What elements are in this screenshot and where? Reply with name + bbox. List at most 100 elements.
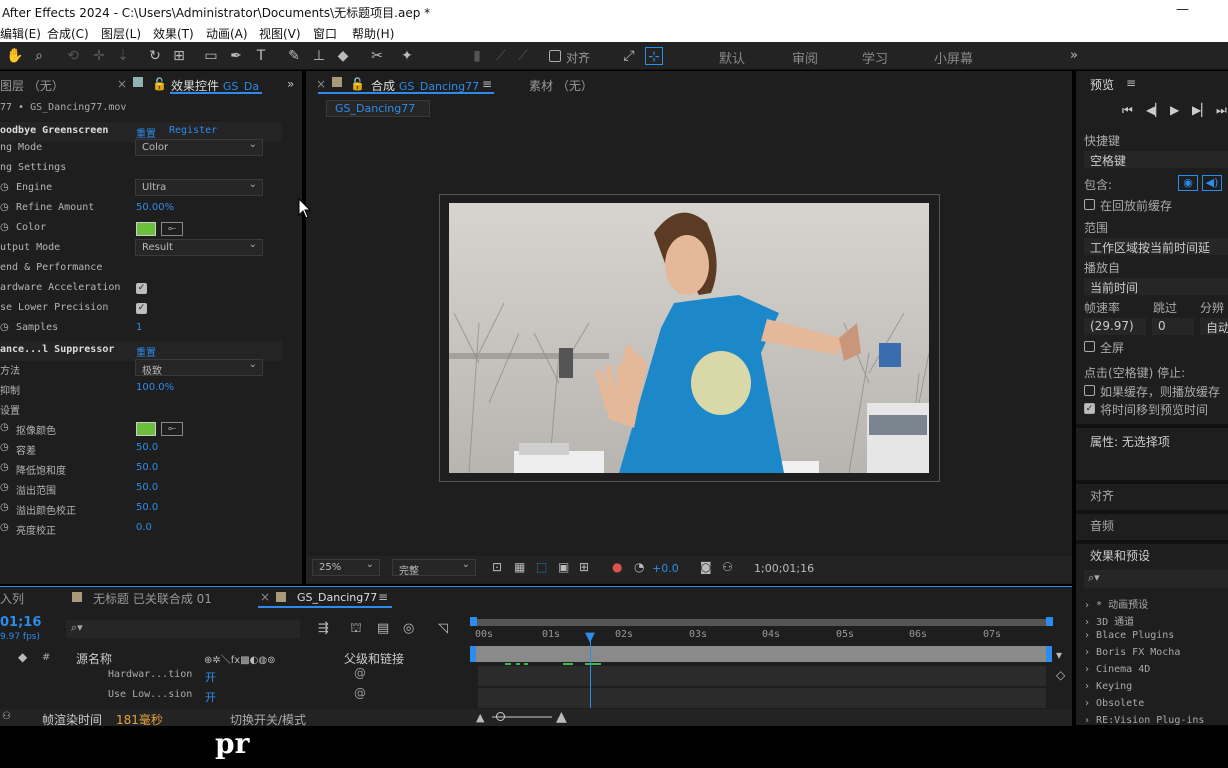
cache-before-checkbox[interactable] bbox=[1084, 199, 1095, 210]
minimize-icon[interactable]: — bbox=[1176, 2, 1189, 17]
keyframe-marker[interactable] bbox=[505, 663, 511, 665]
snap-a-icon[interactable]: ▮ bbox=[468, 47, 486, 65]
lower-precision-checkbox[interactable]: ✓ bbox=[136, 303, 147, 314]
roto-brush-icon[interactable]: ✂ bbox=[368, 47, 386, 65]
layer-in-point[interactable] bbox=[470, 646, 476, 662]
comp-button-icon[interactable]: ◇ bbox=[1056, 668, 1065, 682]
mask-path-icon[interactable]: ⬚ bbox=[536, 560, 547, 574]
footer-toggle-icon[interactable]: ⚇ bbox=[2, 711, 11, 722]
lock-icon[interactable]: 🔓 bbox=[350, 77, 365, 91]
work-area-start[interactable] bbox=[470, 617, 477, 626]
motion-blur-icon[interactable]: ◎ bbox=[403, 621, 414, 636]
zoom-tool-icon[interactable]: ⌕ bbox=[30, 47, 48, 65]
stopwatch-icon[interactable]: ◷ bbox=[0, 222, 9, 233]
reset-link[interactable]: 重置 bbox=[136, 344, 156, 359]
fx-category[interactable]: › Obsolete bbox=[1084, 698, 1144, 709]
snap-grid-icon[interactable]: ⊹ bbox=[645, 47, 663, 65]
first-frame-icon[interactable]: ⏮ bbox=[1122, 103, 1133, 118]
stopwatch-icon[interactable]: ◷ bbox=[0, 462, 9, 473]
tab-layer[interactable]: 图层 （无） bbox=[0, 77, 64, 94]
zoom-slider-handle[interactable] bbox=[496, 712, 505, 721]
orbit-tool-icon[interactable]: ⟲ bbox=[64, 47, 82, 65]
puppet-tool-icon[interactable]: ✦ bbox=[398, 47, 416, 65]
tab-linked-comp[interactable]: 无标题 已关联合成 01 bbox=[93, 590, 212, 607]
anchor-tool-icon[interactable]: ⊞ bbox=[170, 47, 188, 65]
brush-tool-icon[interactable]: ✎ bbox=[285, 47, 303, 65]
menu-window[interactable]: 窗口 bbox=[313, 25, 337, 42]
comp-flowchart-icon[interactable]: ⇶ bbox=[318, 621, 329, 636]
stopwatch-icon[interactable]: ◷ bbox=[0, 422, 9, 433]
comp-subtab[interactable]: GS_Dancing77 bbox=[326, 100, 430, 117]
zoom-in-icon[interactable]: ▲ bbox=[556, 709, 567, 725]
panel-more-icon[interactable]: » bbox=[287, 77, 294, 91]
reset-exposure-icon[interactable]: ◔ bbox=[634, 560, 644, 574]
play-icon[interactable]: ▶ bbox=[1170, 103, 1179, 117]
layer-duration-bar[interactable] bbox=[472, 646, 1052, 662]
snapshot-region-icon[interactable]: ⊡ bbox=[492, 560, 502, 574]
workspace-learn[interactable]: 学习 bbox=[862, 48, 888, 67]
refine-amount-value[interactable]: 50.00% bbox=[136, 202, 174, 213]
work-area-end[interactable] bbox=[1046, 617, 1053, 626]
menu-help[interactable]: 帮助(H) bbox=[352, 25, 394, 42]
align-panel-label[interactable]: 对齐 bbox=[1090, 487, 1114, 504]
hardware-acceleration-checkbox[interactable]: ✓ bbox=[136, 283, 147, 294]
work-area-bar[interactable] bbox=[472, 619, 1052, 626]
more-workspaces-icon[interactable]: » bbox=[1070, 48, 1078, 63]
timeline-current-time[interactable]: 01;16 bbox=[0, 615, 41, 630]
col-parent-link[interactable]: 父级和链接 bbox=[344, 650, 404, 667]
pen-tool-icon[interactable]: ✒ bbox=[227, 47, 245, 65]
workspace-review[interactable]: 审阅 bbox=[792, 48, 818, 67]
zoom-out-icon[interactable]: ▲ bbox=[476, 711, 484, 724]
layer-property-value[interactable]: 开 bbox=[205, 689, 216, 705]
layer-property-value[interactable]: 开 bbox=[205, 669, 216, 685]
menu-composition[interactable]: 合成(C) bbox=[47, 25, 89, 42]
current-timecode[interactable]: 1;00;01;16 bbox=[754, 562, 814, 575]
playhead-line[interactable] bbox=[590, 640, 591, 708]
tab-comp-timeline[interactable]: GS_Dancing77 bbox=[297, 591, 377, 604]
stopwatch-icon[interactable]: ◷ bbox=[0, 502, 9, 513]
fx-category[interactable]: › Cinema 4D bbox=[1084, 664, 1150, 675]
include-audio-icon[interactable]: ◀) bbox=[1202, 175, 1222, 191]
close-tab-icon[interactable]: × bbox=[316, 77, 326, 91]
effects-search-input[interactable]: ⌕▾ bbox=[1084, 570, 1228, 588]
show-snapshot-icon[interactable]: ⚇ bbox=[722, 560, 733, 574]
play-from-dropdown[interactable]: 当前时间 bbox=[1084, 278, 1228, 295]
move-time-checkbox[interactable]: ✓ bbox=[1084, 403, 1095, 414]
keyframe-marker[interactable] bbox=[516, 663, 520, 665]
menu-layer[interactable]: 图层(L) bbox=[101, 25, 141, 42]
draft-3d-icon[interactable]: ⛫ bbox=[350, 621, 362, 638]
audio-panel-label[interactable]: 音频 bbox=[1090, 517, 1114, 534]
keyframe-marker[interactable] bbox=[524, 663, 528, 665]
fps-dropdown[interactable]: (29.97) bbox=[1084, 318, 1146, 335]
if-cached-checkbox[interactable] bbox=[1084, 385, 1095, 396]
stopwatch-icon[interactable]: ◷ bbox=[0, 482, 9, 493]
align-checkbox[interactable] bbox=[549, 50, 561, 62]
output-mode-dropdown[interactable]: Result bbox=[135, 239, 263, 256]
layer-out-point[interactable] bbox=[1046, 646, 1052, 662]
expression-pickwhip-icon[interactable]: @ bbox=[354, 666, 366, 680]
samples-value[interactable]: 1 bbox=[136, 322, 142, 333]
eyedropper-icon[interactable]: ⟜ bbox=[161, 422, 183, 436]
fx-category[interactable]: › Blace Plugins bbox=[1084, 630, 1174, 641]
rectangle-tool-icon[interactable]: ▭ bbox=[202, 47, 220, 65]
exposure-value[interactable]: +0.0 bbox=[652, 562, 679, 575]
fx-category[interactable]: › 3D 通道 bbox=[1084, 613, 1134, 628]
tab-footage[interactable]: 素材 （无） bbox=[529, 77, 593, 94]
video-frame[interactable] bbox=[449, 203, 929, 473]
menu-view[interactable]: 视图(V) bbox=[259, 25, 301, 42]
col-source-name[interactable]: 源名称 bbox=[76, 650, 112, 667]
quality-dropdown[interactable]: 完整 bbox=[392, 559, 476, 577]
spill-color-correction-value[interactable]: 50.0 bbox=[136, 502, 158, 513]
keying-mode-dropdown[interactable]: Color bbox=[135, 139, 263, 156]
snap-b-icon[interactable]: ⟋ bbox=[492, 47, 510, 65]
text-tool-icon[interactable]: T bbox=[252, 47, 270, 65]
skip-dropdown[interactable]: 0 bbox=[1152, 318, 1194, 335]
zoom-dropdown[interactable]: 25% bbox=[312, 559, 380, 576]
pan-tool-icon[interactable]: ✛ bbox=[90, 47, 108, 65]
fx-category[interactable]: › RE:Vision Plug-ins bbox=[1084, 715, 1204, 726]
method-dropdown[interactable]: 极致 bbox=[135, 359, 263, 377]
stopwatch-icon[interactable]: ◷ bbox=[0, 322, 9, 333]
expression-pickwhip-icon[interactable]: @ bbox=[354, 686, 366, 700]
range-dropdown[interactable]: 工作区域按当前时间延 bbox=[1084, 238, 1228, 255]
stopwatch-icon[interactable]: ◷ bbox=[0, 442, 9, 453]
